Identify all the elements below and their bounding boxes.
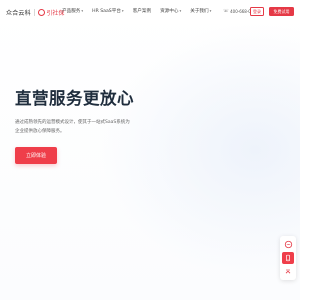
- nav-item-cases[interactable]: 客户案例: [133, 8, 151, 14]
- hero-title: 直营服务更放心: [15, 89, 134, 108]
- floating-toolbar: [280, 236, 296, 280]
- hero-description: 通过成熟领先的运营模式设计，使其于一站式SaaS系统为企业提供放心保障服务。: [15, 120, 130, 134]
- brand-main-name: 众合云科: [6, 9, 31, 17]
- back-to-top-button[interactable]: [282, 266, 294, 278]
- nav-item-label: HR SaaS平台: [92, 9, 121, 14]
- top-navbar: 众合云科 引社保 产品服务 ▾ HR SaaS平台 ▾ 客户案例 资源中心 ▾ …: [0, 0, 300, 24]
- nav-item-label: 产品服务: [62, 9, 81, 14]
- nav-item-products[interactable]: 产品服务 ▾: [62, 8, 83, 14]
- nav-item-label: 关于我们: [190, 9, 209, 14]
- chevron-down-icon: ▾: [81, 9, 84, 13]
- phone-icon: ☏: [223, 9, 229, 14]
- chevron-down-icon: ▾: [121, 9, 124, 13]
- try-now-button[interactable]: 立即体验: [15, 147, 57, 164]
- chevron-down-icon: ▾: [209, 9, 212, 13]
- hero-section: 直营服务更放心 通过成熟领先的运营模式设计，使其于一站式SaaS系统为企业提供放…: [15, 85, 134, 141]
- logo[interactable]: 众合云科 引社保: [6, 7, 64, 17]
- nav-item-label: 客户案例: [132, 9, 152, 14]
- nav-item-label: 资源中心: [160, 9, 179, 14]
- main-nav: 产品服务 ▾ HR SaaS平台 ▾ 客户案例 资源中心 ▾ 关于我们 ▾: [62, 8, 220, 14]
- arrow-up-icon: [285, 269, 291, 274]
- nav-item-about[interactable]: 关于我们 ▾: [190, 8, 211, 14]
- phone-icon: [286, 254, 290, 262]
- login-button[interactable]: 登录: [250, 7, 264, 16]
- nav-item-hr-saas[interactable]: HR SaaS平台 ▾: [92, 8, 124, 14]
- nav-item-resources[interactable]: 资源中心 ▾: [160, 8, 181, 14]
- consult-button[interactable]: [282, 238, 294, 250]
- chevron-down-icon: ▾: [179, 9, 182, 13]
- chat-icon: [284, 240, 292, 248]
- phone-contact-button[interactable]: [282, 252, 294, 264]
- logo-divider: [33, 8, 35, 16]
- brand-mark-icon: [37, 8, 45, 16]
- free-trial-button[interactable]: 免费试用: [269, 7, 294, 16]
